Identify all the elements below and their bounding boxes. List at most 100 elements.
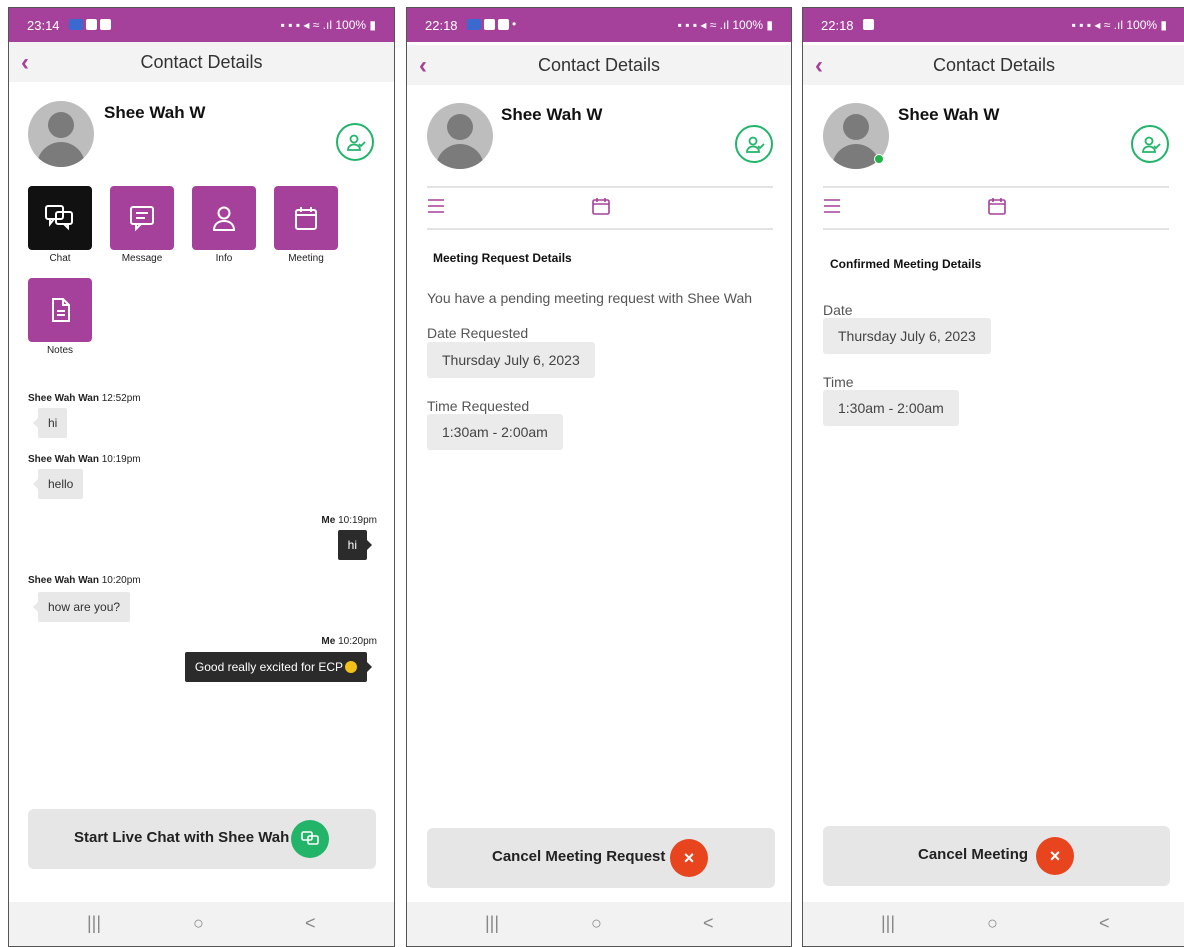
chat-bubble-icon (291, 820, 329, 858)
contact-name: Shee Wah W (104, 103, 206, 122)
battery-level: 100% (1126, 18, 1158, 32)
battery-level: 100% (335, 18, 367, 32)
user-check-icon (347, 134, 366, 151)
home-icon[interactable]: ○ (591, 913, 602, 934)
close-icon: × (670, 839, 708, 877)
person-icon (212, 206, 236, 231)
message-header: Shee Wah Wan 10:20pm (28, 575, 141, 586)
online-status-dot (874, 154, 884, 164)
notification-icons (863, 17, 877, 31)
time-value: 1:30am - 2:00am (823, 390, 959, 426)
contact-check-button[interactable] (336, 123, 374, 161)
pending-request-text: You have a pending meeting request with … (427, 290, 753, 306)
menu-icon[interactable] (427, 198, 445, 214)
meeting-request-screen: 22:18 • ▪ ▪ ▪ ◂ ≈ .ıl 100% ▮ ‹ Contact D… (406, 7, 792, 947)
time-requested-value: 1:30am - 2:00am (427, 414, 563, 450)
date-requested-label: Date Requested (427, 325, 529, 341)
page-title: Contact Details (140, 52, 263, 72)
message-header: Shee Wah Wan 12:52pm (28, 393, 141, 404)
calendar-icon (295, 207, 317, 230)
user-check-icon (1142, 136, 1161, 153)
message-bubble-outgoing: hi (337, 530, 373, 560)
section-title: Confirmed Meeting Details (830, 257, 982, 271)
message-bubble-incoming: hello (32, 469, 84, 499)
page-title: Contact Details (932, 55, 1056, 75)
message-bubble-outgoing: Good really excited for ECP (184, 652, 373, 682)
recent-apps-icon[interactable]: ||| (881, 913, 895, 934)
time-requested-label: Time Requested (427, 398, 530, 414)
calendar-icon[interactable] (987, 196, 1007, 216)
contact-name: Shee Wah W (898, 105, 1000, 124)
chat-tile-label: Chat (49, 253, 71, 264)
message-tile[interactable] (110, 186, 174, 250)
top-bar: ‹ Contact Details (803, 45, 1184, 85)
message-tile-label: Message (121, 253, 163, 264)
contact-check-button[interactable] (735, 125, 773, 163)
date-label: Date (823, 302, 853, 318)
meeting-tile[interactable] (274, 186, 338, 250)
message-icon (130, 206, 154, 232)
system-icons: ▪ ▪ ▪ ◂ ≈ .ıl 100% ▮ (1071, 18, 1167, 32)
notes-tile[interactable] (28, 278, 92, 342)
recent-apps-icon[interactable]: ||| (87, 913, 101, 934)
section-title: Meeting Request Details (433, 251, 572, 265)
system-navbar: ||| ○ < (9, 902, 394, 946)
cancel-meeting-request-label: Cancel Meeting Request (492, 848, 666, 865)
meeting-tile-label: Meeting (288, 253, 324, 264)
system-icons: ▪ ▪ ▪ ◂ ≈ .ıl 100% ▮ (280, 18, 376, 32)
top-bar: ‹ Contact Details (9, 42, 394, 82)
notification-icons: • (467, 17, 519, 31)
message-header: Me 10:19pm (321, 515, 377, 526)
nav-back-icon[interactable]: < (1099, 913, 1110, 934)
cancel-meeting-request-button[interactable]: Cancel Meeting Request × (427, 828, 775, 888)
battery-level: 100% (732, 18, 764, 32)
recent-apps-icon[interactable]: ||| (485, 913, 499, 934)
chat-screen: 23:14 ▪ ▪ ▪ ◂ ≈ .ıl 100% ▮ ‹ Contact Det… (8, 7, 395, 947)
start-live-chat-button[interactable]: Start Live Chat with Shee Wah (28, 809, 376, 869)
message-bubble-incoming: how are you? (32, 592, 131, 622)
message-header: Shee Wah Wan 10:19pm (28, 454, 141, 465)
info-tile-label: Info (215, 253, 233, 264)
chat-tile[interactable] (28, 186, 92, 250)
status-time: 23:14 (27, 18, 60, 33)
divider (823, 228, 1169, 230)
system-navbar: ||| ○ < (803, 902, 1184, 946)
nav-back-icon[interactable]: < (703, 913, 714, 934)
close-icon: × (1036, 837, 1074, 875)
menu-icon[interactable] (823, 198, 841, 214)
top-bar: ‹ Contact Details (407, 45, 791, 85)
page-title: Contact Details (537, 55, 661, 75)
avatar (28, 101, 94, 167)
system-navbar: ||| ○ < (407, 902, 791, 946)
contact-name: Shee Wah W (501, 105, 603, 124)
calendar-icon[interactable] (591, 196, 611, 216)
user-check-icon (746, 136, 765, 153)
start-live-chat-label: Start Live Chat with Shee Wah (74, 829, 290, 846)
confirmed-meeting-screen: 22:18 ▪ ▪ ▪ ◂ ≈ .ıl 100% ▮ ‹ Contact Det… (802, 7, 1184, 947)
system-icons: ▪ ▪ ▪ ◂ ≈ .ıl 100% ▮ (677, 18, 773, 32)
divider (427, 186, 773, 188)
grinning-emoji-icon (345, 661, 357, 673)
status-bar: 22:18 • ▪ ▪ ▪ ◂ ≈ .ıl 100% ▮ (407, 8, 791, 42)
status-time: 22:18 (425, 18, 458, 33)
date-requested-value: Thursday July 6, 2023 (427, 342, 595, 378)
document-icon (52, 298, 70, 322)
contact-check-button[interactable] (1131, 125, 1169, 163)
status-bar: 22:18 ▪ ▪ ▪ ◂ ≈ .ıl 100% ▮ (803, 8, 1184, 42)
message-bubble-incoming: hi (32, 408, 68, 438)
status-time: 22:18 (821, 18, 854, 33)
notification-icons (69, 17, 114, 31)
home-icon[interactable]: ○ (987, 913, 998, 934)
info-tile[interactable] (192, 186, 256, 250)
home-icon[interactable]: ○ (193, 913, 204, 934)
chat-icon (45, 205, 73, 231)
cancel-meeting-button[interactable]: Cancel Meeting × (823, 826, 1170, 886)
date-value: Thursday July 6, 2023 (823, 318, 991, 354)
status-bar: 23:14 ▪ ▪ ▪ ◂ ≈ .ıl 100% ▮ (9, 8, 394, 42)
notes-tile-label: Notes (46, 345, 74, 356)
divider (823, 186, 1169, 188)
nav-back-icon[interactable]: < (305, 913, 316, 934)
divider (427, 228, 773, 230)
time-label: Time (823, 374, 854, 390)
cancel-meeting-label: Cancel Meeting (918, 846, 1029, 863)
